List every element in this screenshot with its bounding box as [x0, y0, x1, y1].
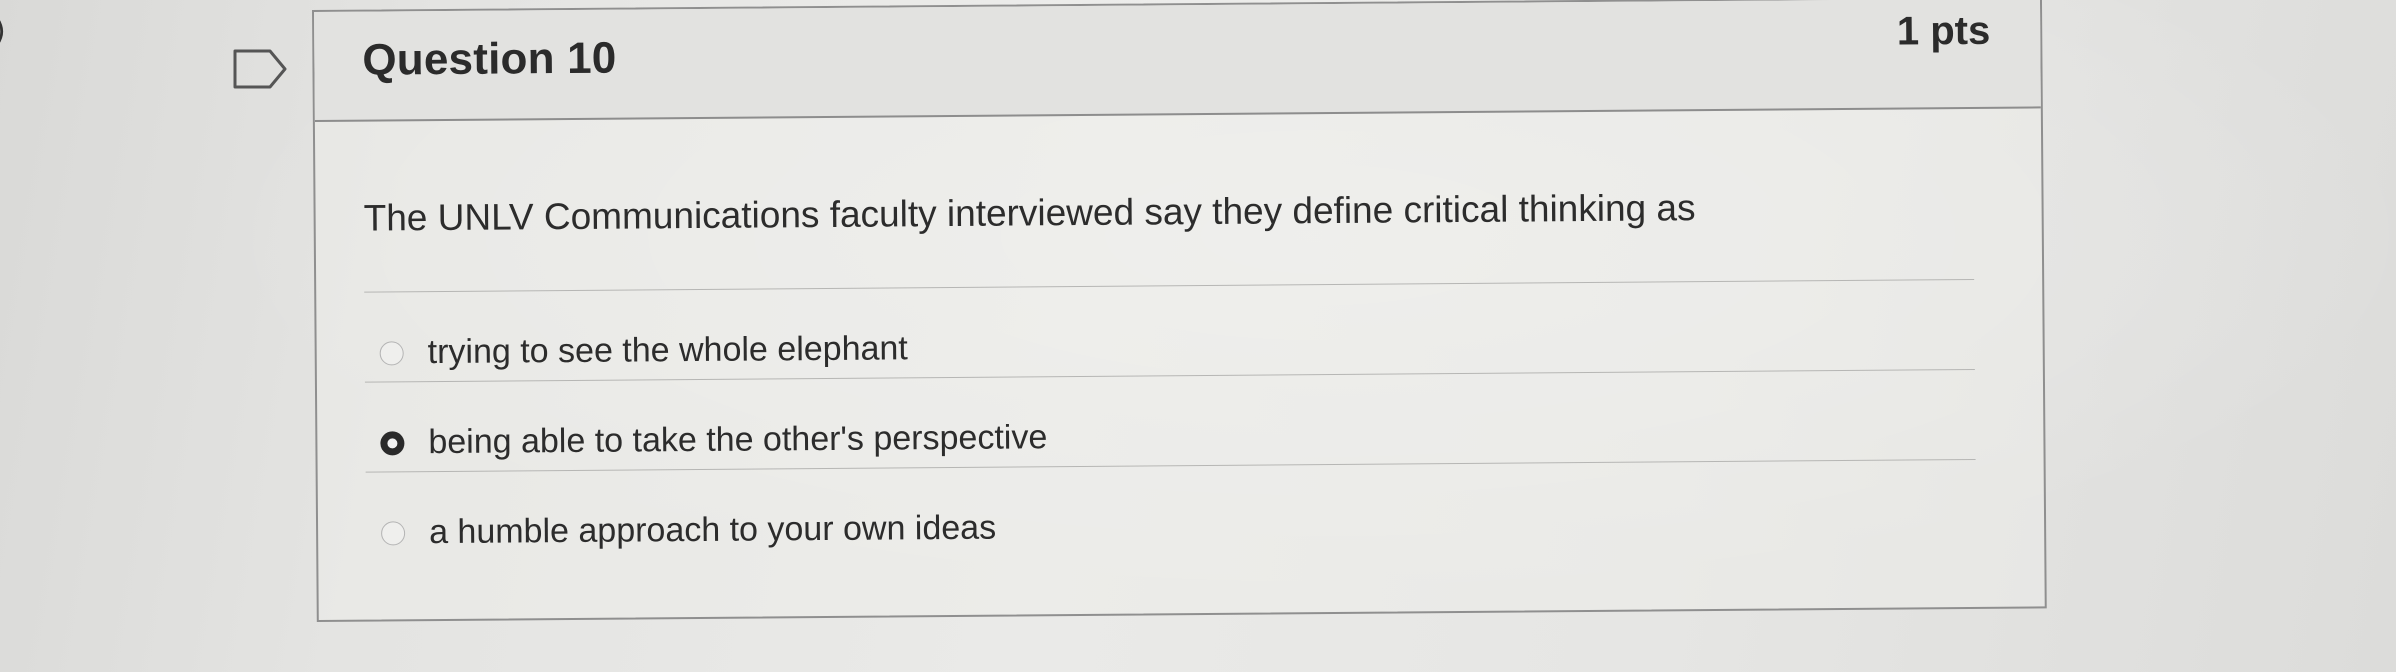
radio-button[interactable]	[381, 521, 406, 546]
answer-option-1[interactable]: trying to see the whole elephant	[364, 307, 1975, 400]
question-points: 1 pts	[1896, 8, 1991, 54]
answer-divider	[364, 278, 1975, 293]
answer-label: a humble approach to your own ideas	[428, 508, 997, 552]
answer-option-3[interactable]: a humble approach to your own ideas	[366, 487, 1977, 580]
answer-option-2[interactable]: being able to take the other's perspecti…	[365, 397, 1976, 490]
flag-question-icon[interactable]	[232, 48, 288, 90]
answer-label: being able to take the other's perspecti…	[428, 418, 1048, 462]
question-title: Question 10	[362, 33, 617, 85]
radio-button-selected[interactable]	[380, 431, 405, 456]
radio-button[interactable]	[379, 341, 404, 366]
edge-fragment-text: )	[0, 14, 6, 49]
question-header: Question 10 1 pts	[314, 0, 2041, 122]
answer-label: trying to see the whole elephant	[427, 329, 908, 372]
question-card: Question 10 1 pts The UNLV Communication…	[312, 0, 2047, 622]
question-prompt: The UNLV Communications faculty intervie…	[363, 187, 1696, 239]
